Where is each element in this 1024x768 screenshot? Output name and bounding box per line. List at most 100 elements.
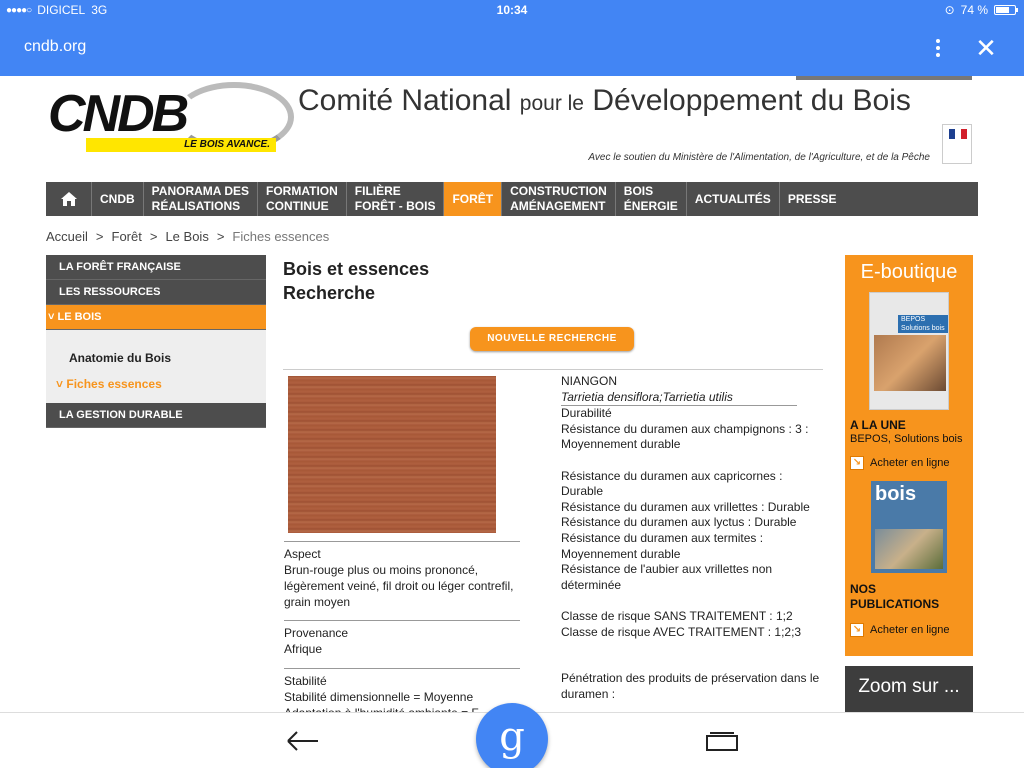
nav-filiere[interactable]: FILIÈRE FORÊT - BOIS <box>347 182 445 216</box>
nav-presse[interactable]: PRESSE <box>780 182 845 216</box>
site-title: Comité National pour le Développement du… <box>298 84 911 118</box>
durabilite-line: Classe de risque SANS TRAITEMENT : 1;2 <box>561 608 793 623</box>
nav-panorama[interactable]: PANORAMA DES RÉALISATIONS <box>144 182 259 216</box>
aspect-section: Aspect Brun-rouge plus ou moins prononcé… <box>284 541 520 610</box>
sidebar-item-ressources[interactable]: LES RESSOURCES <box>46 280 266 305</box>
book-cover-photo <box>874 335 946 391</box>
buy-online-label: Acheter en ligne <box>870 624 950 636</box>
chevron-down-icon: ˅ <box>56 377 64 391</box>
sidebar-item-le-bois[interactable]: ˅ LE BOIS <box>46 305 266 330</box>
battery-percent: 74 % <box>960 3 988 17</box>
divider <box>284 541 520 542</box>
site-title-part2: pour le <box>519 92 584 115</box>
breadcrumb-accueil[interactable]: Accueil <box>46 229 88 244</box>
sidebar-item-foret-francaise[interactable]: LA FORÊT FRANÇAISE <box>46 255 266 280</box>
arrow-icon: ↘ <box>850 623 864 637</box>
durabilite-line <box>561 640 827 656</box>
status-right: ⊙ 74 % <box>944 3 1018 17</box>
nav-bois-energie[interactable]: BOIS ÉNERGIE <box>616 182 687 216</box>
url-field[interactable]: cndb.org <box>24 38 86 56</box>
durabilite-line: Résistance de l'aubier aux vrillettes no… <box>561 562 773 592</box>
durabilite-line: Résistance du duramen aux lyctus : Durab… <box>561 515 797 530</box>
book-cover-title: BEPOS Solutions bois <box>898 315 948 333</box>
buy-online-label: Acheter en ligne <box>870 457 950 469</box>
sidebar-item-gestion-durable[interactable]: LA GESTION DURABLE <box>46 403 266 428</box>
divider <box>284 668 520 669</box>
close-icon[interactable]: ✕ <box>972 34 1000 62</box>
e-boutique-heading: E-boutique <box>860 261 958 283</box>
a-la-une-label: A LA UNE <box>850 418 906 432</box>
nav-formation[interactable]: FORMATION CONTINUE <box>258 182 347 216</box>
support-text: Avec le soutien du Ministère de l'Alimen… <box>588 152 930 163</box>
buy-online-link-2[interactable]: ↘ Acheter en ligne <box>850 623 950 637</box>
durabilite-label: Durabilité <box>561 406 612 421</box>
durabilite-line: Résistance du duramen aux champignons : … <box>561 421 809 452</box>
stabilite-line1: Stabilité dimensionnelle = Moyenne <box>284 690 474 704</box>
divider <box>283 369 823 370</box>
page-title: Bois et essences Recherche <box>283 257 429 305</box>
home-icon <box>60 192 77 206</box>
breadcrumb-le-bois[interactable]: Le Bois <box>165 229 208 244</box>
nav-construction[interactable]: CONSTRUCTION AMÉNAGEMENT <box>502 182 616 216</box>
more-options-icon[interactable] <box>930 36 946 60</box>
bepos-book-cover[interactable]: BEPOS Solutions bois <box>869 292 949 410</box>
new-search-button[interactable]: NOUVELLE RECHERCHE <box>470 327 634 351</box>
provenance-label: Provenance <box>284 626 349 640</box>
sidebar-subitem-anatomie[interactable]: Anatomie du Bois <box>46 345 266 371</box>
durabilite-line: Résistance du duramen aux capricornes : … <box>561 468 783 499</box>
breadcrumb: Accueil > Forêt > Le Bois > Fiches essen… <box>46 229 329 244</box>
chevron-down-icon: ˅ <box>48 311 55 323</box>
breadcrumb-current: Fiches essences <box>232 229 330 244</box>
tabs-icon[interactable] <box>706 731 738 751</box>
page-title-line2: Recherche <box>283 283 376 303</box>
ministry-logo <box>942 124 972 164</box>
back-arrow-icon[interactable] <box>284 727 320 755</box>
durabilite-line: Classe de risque AVEC TRAITEMENT : 1;2;3 <box>561 624 802 639</box>
battery-fill <box>996 7 1010 13</box>
breadcrumb-separator: > <box>95 229 104 244</box>
wood-sample-image <box>288 376 496 533</box>
nav-foret[interactable]: FORÊT <box>444 182 503 216</box>
sidebar-subitem-label: Fiches essences <box>66 377 162 391</box>
nav-cndb[interactable]: CNDB <box>92 182 144 216</box>
page-title-line1: Bois et essences <box>283 259 430 279</box>
aspect-text: Brun-rouge plus ou moins prononcé, légèr… <box>284 563 514 609</box>
provenance-section: Provenance Afrique <box>284 620 520 657</box>
bottom-toolbar: g <box>0 703 1024 768</box>
stabilite-section: Stabilité Stabilité dimensionnelle = Moy… <box>284 668 520 717</box>
logo-wordmark: CNDB <box>48 85 189 143</box>
browser-toolbar: cndb.org ✕ <box>0 20 1024 76</box>
bois-rehabilitation-book-cover[interactable]: bois <box>871 481 947 573</box>
breadcrumb-separator: > <box>149 229 158 244</box>
stabilite-label: Stabilité <box>284 674 327 688</box>
sidebar-submenu: Anatomie du Bois ˅ Fiches essences <box>46 330 266 403</box>
book-cover-title: bois <box>875 483 917 505</box>
nos-publications-label: NOS PUBLICATIONS <box>850 582 940 611</box>
nav-actualites[interactable]: ACTUALITÉS <box>687 182 780 216</box>
durabilite-line <box>561 593 827 609</box>
sidebar-subitem-fiches[interactable]: ˅ Fiches essences <box>46 371 266 397</box>
google-search-button[interactable]: g <box>476 703 548 768</box>
site-title-part1: Comité National <box>298 84 512 117</box>
cndb-logo[interactable]: CNDB LE BOIS AVANCE. <box>46 80 294 160</box>
durabilite-line <box>561 453 827 469</box>
durabilite-line: Résistance du duramen aux vrillettes : D… <box>561 499 810 514</box>
species-details: NIANGON Tarrietia densiflora;Tarrietia u… <box>561 374 827 702</box>
species-name: NIANGON <box>561 374 618 388</box>
rotation-lock-icon: ⊙ <box>944 3 955 17</box>
buy-online-link-1[interactable]: ↘ Acheter en ligne <box>850 456 950 470</box>
sidebar-item-label: LE BOIS <box>57 311 102 323</box>
header-tab-strip <box>796 76 972 80</box>
nav-home[interactable] <box>46 182 92 216</box>
breadcrumb-foret[interactable]: Forêt <box>112 229 142 244</box>
zoom-sur-panel[interactable]: Zoom sur ... <box>845 666 973 712</box>
status-time: 10:34 <box>496 3 528 17</box>
status-bar: ●●●●○ DIGICEL 3G 10:34 ⊙ 74 % <box>0 0 1024 20</box>
book-cover-photo <box>875 529 943 569</box>
e-boutique-panel: E-boutique BEPOS Solutions bois A LA UNE… <box>845 255 973 656</box>
species-latin-name: Tarrietia densiflora;Tarrietia utilis <box>561 390 797 407</box>
durabilite-list: Résistance du duramen aux champignons : … <box>561 422 827 703</box>
site-title-part3: Développement du Bois <box>592 84 911 117</box>
battery-icon <box>994 5 1018 15</box>
durabilite-line <box>561 656 827 672</box>
